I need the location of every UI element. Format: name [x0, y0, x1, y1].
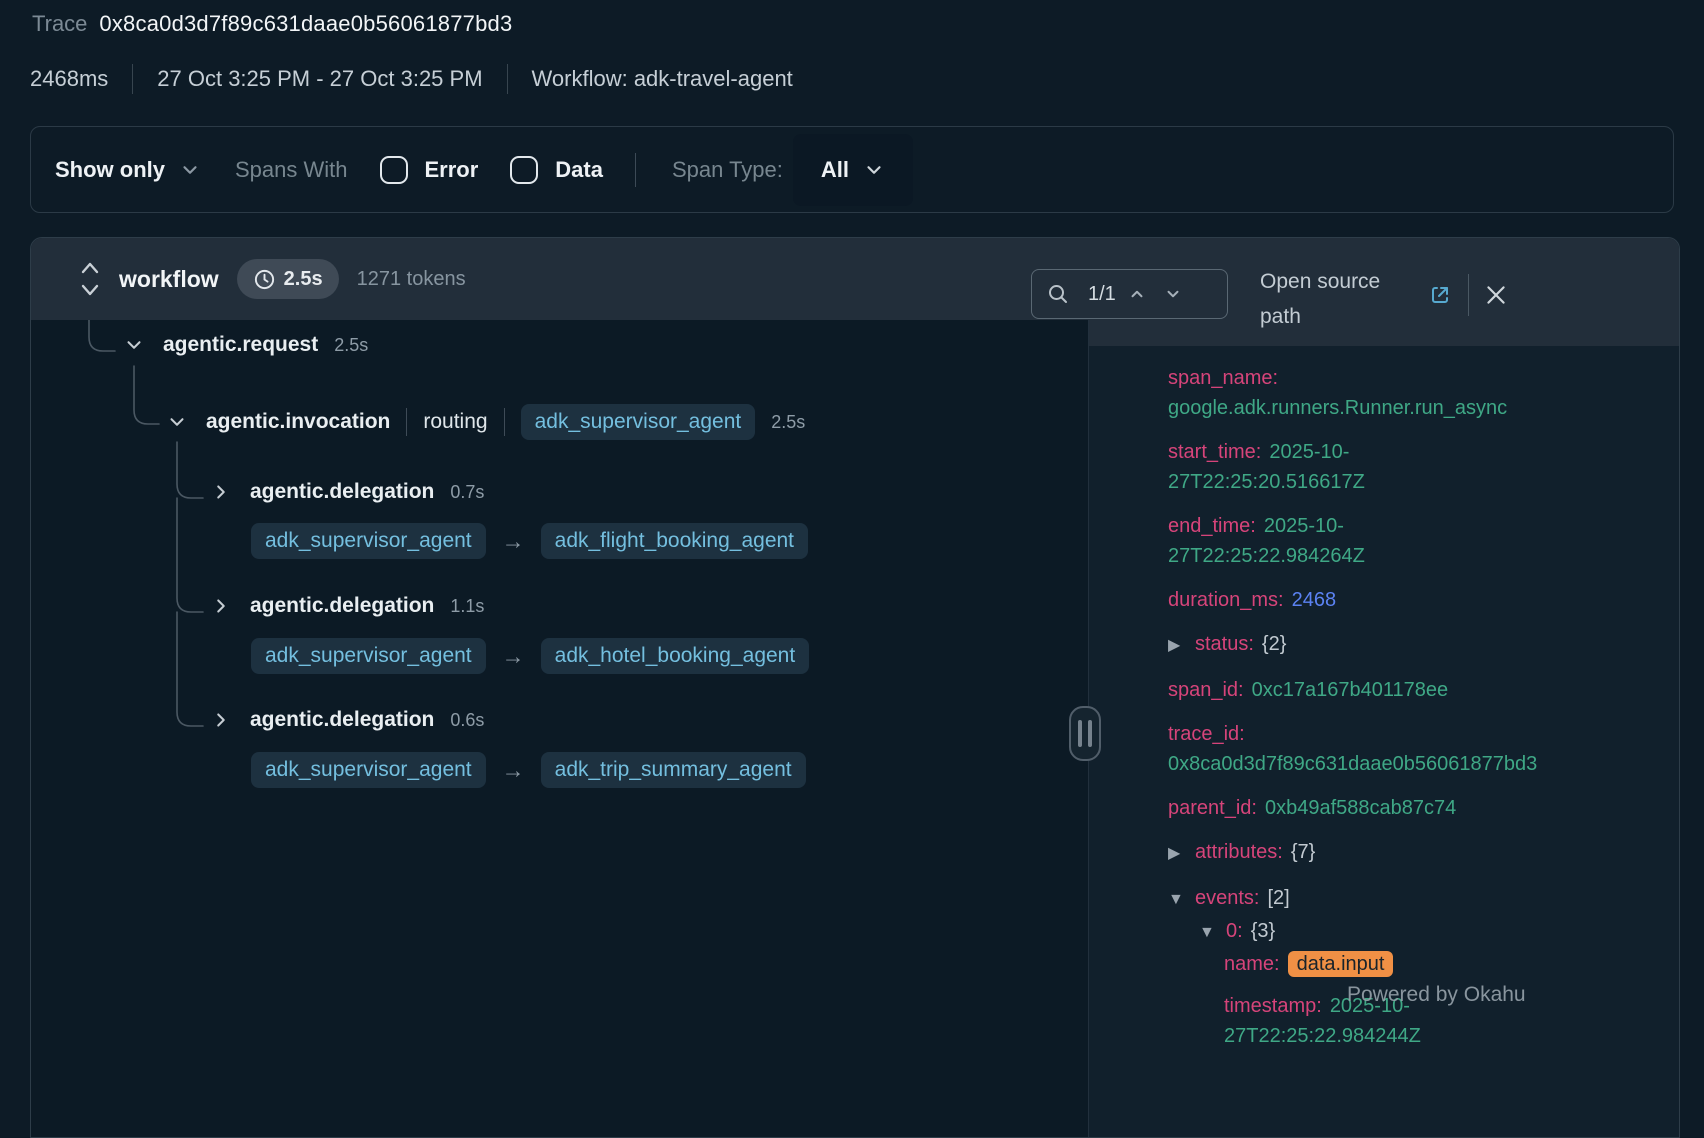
tree-connector-lines	[31, 320, 1088, 1138]
search-box[interactable]: 1/1	[1031, 269, 1228, 319]
span-row-delegation-2[interactable]: agentic.delegation 1.1s	[210, 594, 484, 618]
detail-events: ▼events:[2]	[1168, 883, 1669, 915]
page-title: Trace 0x8ca0d3d7f89c631daae0b56061877bd3	[32, 11, 512, 37]
span-tag: routing	[423, 410, 487, 434]
close-panel-icon[interactable]	[1483, 282, 1509, 308]
search-highlight: data.input	[1288, 951, 1394, 977]
delegation-flow-3: adk_supervisor_agent → adk_trip_summary_…	[251, 752, 806, 788]
span-row-invocation[interactable]: agentic.invocation routing adk_superviso…	[166, 404, 805, 440]
detail-status: ▶status:{2}	[1168, 629, 1669, 661]
divider	[1468, 274, 1469, 316]
detail-trace-id: trace_id: 0x8ca0d3d7f89c631daae0b5606187…	[1168, 719, 1669, 779]
external-link-icon[interactable]	[1428, 283, 1452, 307]
detail-start-time: start_time:2025-10- 27T22:25:20.516617Z	[1168, 437, 1669, 497]
chevron-right-icon[interactable]	[210, 481, 232, 503]
divider	[507, 64, 508, 94]
divider	[132, 64, 133, 94]
error-checkbox-label[interactable]: Error	[425, 157, 479, 183]
trace-duration: 2468ms	[30, 66, 108, 92]
workflow-title: workflow	[119, 266, 219, 293]
delegation-flow-1: adk_supervisor_agent → adk_flight_bookin…	[251, 523, 808, 559]
show-only-dropdown[interactable]: Show only	[55, 157, 201, 183]
delegation-flow-2: adk_supervisor_agent → adk_hotel_booking…	[251, 638, 809, 674]
arrow-right-icon: →	[502, 643, 525, 670]
divider	[406, 408, 407, 436]
error-checkbox[interactable]	[380, 156, 408, 184]
filter-bar: Show only Spans With Error Data Span Typ…	[30, 126, 1674, 213]
chevron-right-icon[interactable]	[210, 595, 232, 617]
agent-pill[interactable]: adk_hotel_booking_agent	[541, 638, 810, 674]
search-prev-icon[interactable]	[1128, 285, 1146, 303]
spans-with-label: Spans With	[235, 157, 348, 183]
open-source-path-link[interactable]: Open source path	[1260, 264, 1420, 334]
expanded-triangle-icon[interactable]: ▼	[1199, 918, 1226, 948]
detail-span-id: span_id:0xc17a167b401178ee	[1168, 675, 1669, 705]
arrow-right-icon: →	[502, 528, 525, 555]
agent-pill[interactable]: adk_supervisor_agent	[251, 638, 486, 674]
detail-span-name: span_name: google.adk.runners.Runner.run…	[1168, 363, 1669, 423]
workflow-header: workflow 2.5s 1271 tokens	[79, 259, 466, 299]
detail-attributes: ▶attributes:{7}	[1168, 837, 1669, 869]
arrow-right-icon: →	[502, 757, 525, 784]
span-type-label: Span Type:	[672, 157, 783, 183]
span-row-request[interactable]: agentic.request 2.5s	[123, 333, 368, 357]
divider	[635, 153, 636, 187]
duration-pill: 2.5s	[237, 259, 339, 299]
span-detail-panel: span_name: google.adk.runners.Runner.run…	[1089, 346, 1680, 1138]
chevron-right-icon[interactable]	[210, 709, 232, 731]
chevron-down-icon[interactable]	[123, 334, 145, 356]
collapsed-triangle-icon[interactable]: ▶	[1168, 839, 1195, 869]
agent-pill[interactable]: adk_trip_summary_agent	[541, 752, 806, 788]
search-next-icon[interactable]	[1164, 285, 1182, 303]
token-count: 1271 tokens	[357, 268, 466, 291]
detail-event-0: ▼0:{3}	[1168, 916, 1669, 948]
divider	[504, 408, 505, 436]
trace-workflow: Workflow: adk-travel-agent	[532, 66, 793, 92]
span-tree: agentic.request 2.5s agentic.invocation …	[31, 320, 1088, 1138]
data-checkbox[interactable]	[510, 156, 538, 184]
expanded-triangle-icon[interactable]: ▼	[1168, 885, 1195, 915]
chevron-down-icon	[863, 159, 885, 181]
trace-time-range: 27 Oct 3:25 PM - 27 Oct 3:25 PM	[157, 66, 482, 92]
search-match-count: 1/1	[1088, 283, 1116, 306]
span-type-select[interactable]: All	[793, 134, 913, 206]
collapsed-triangle-icon[interactable]: ▶	[1168, 631, 1195, 661]
detail-event-name: name:data.input	[1168, 949, 1669, 979]
agent-pill[interactable]: adk_flight_booking_agent	[541, 523, 808, 559]
trace-label: Trace	[32, 11, 87, 37]
span-row-delegation-3[interactable]: agentic.delegation 0.6s	[210, 708, 484, 732]
trace-meta: 2468ms 27 Oct 3:25 PM - 27 Oct 3:25 PM W…	[30, 64, 793, 94]
agent-pill[interactable]: adk_supervisor_agent	[251, 523, 486, 559]
detail-parent-id: parent_id:0xb49af588cab87c74	[1168, 793, 1669, 823]
span-row-delegation-1[interactable]: agentic.delegation 0.7s	[210, 480, 484, 504]
agent-pill[interactable]: adk_supervisor_agent	[251, 752, 486, 788]
chevron-down-icon[interactable]	[166, 411, 188, 433]
data-checkbox-label[interactable]: Data	[555, 157, 603, 183]
clock-icon	[253, 268, 276, 291]
panel-resize-handle[interactable]	[1069, 706, 1101, 761]
powered-by-watermark: Powered by Okahu	[1347, 983, 1526, 1007]
detail-end-time: end_time:2025-10- 27T22:25:22.984264Z	[1168, 511, 1669, 571]
chevron-down-icon	[179, 159, 201, 181]
agent-pill[interactable]: adk_supervisor_agent	[521, 404, 756, 440]
search-icon	[1046, 282, 1070, 306]
expand-collapse-all-icon[interactable]	[79, 259, 101, 299]
detail-duration-ms: duration_ms:2468	[1168, 585, 1669, 615]
trace-id: 0x8ca0d3d7f89c631daae0b56061877bd3	[99, 11, 512, 37]
